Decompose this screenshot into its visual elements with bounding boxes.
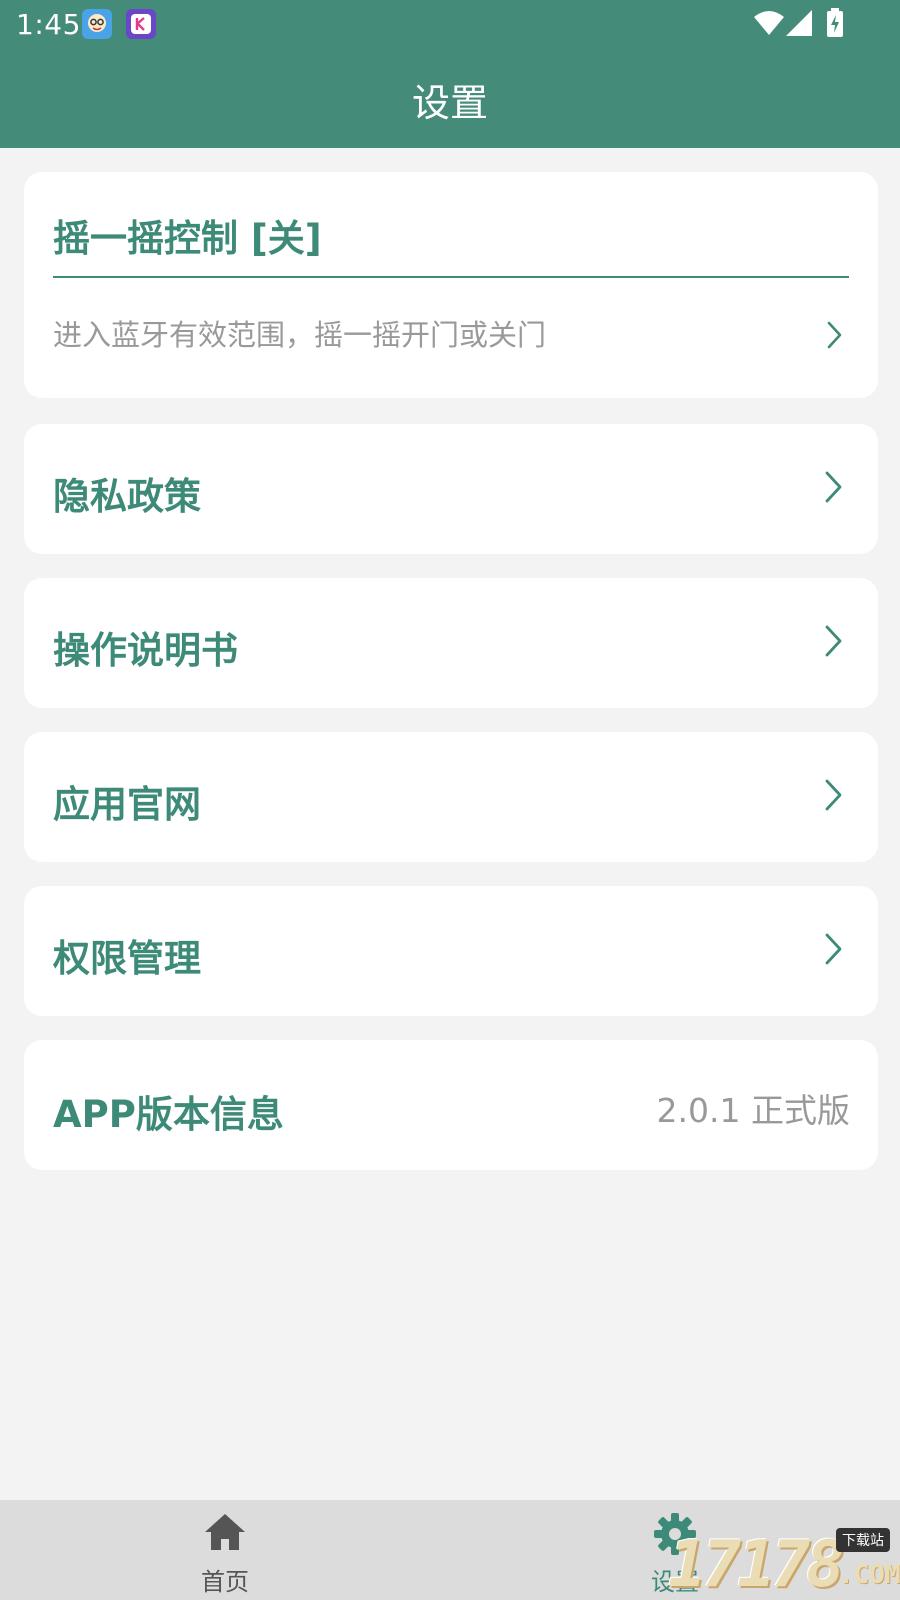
app-header: 1:45 设置 bbox=[0, 0, 900, 148]
wifi-icon bbox=[754, 11, 784, 35]
chevron-right-icon bbox=[825, 471, 842, 503]
divider bbox=[53, 276, 849, 278]
status-time: 1:45 bbox=[16, 8, 81, 41]
chevron-right-icon bbox=[825, 933, 842, 965]
app-version-value: 2.0.1 正式版 bbox=[656, 1091, 850, 1130]
nav-label-home: 首页 bbox=[201, 1568, 249, 1596]
assistant-app-icon bbox=[82, 9, 112, 39]
watermark-suffix: .COM bbox=[838, 1560, 900, 1590]
chevron-right-icon bbox=[825, 625, 842, 657]
k-app-icon bbox=[126, 9, 156, 39]
privacy-policy-label: 隐私政策 bbox=[53, 475, 201, 518]
user-manual-label: 操作说明书 bbox=[53, 629, 238, 672]
home-icon bbox=[205, 1514, 245, 1550]
official-website-item[interactable]: 应用官网 bbox=[24, 732, 878, 862]
page-title: 设置 bbox=[411, 81, 488, 125]
watermark-tag: 下载站 bbox=[836, 1528, 890, 1552]
shake-control-title: 摇一摇控制 [关] bbox=[53, 217, 322, 260]
watermark-digits: 17178 bbox=[668, 1528, 845, 1600]
privacy-policy-item[interactable]: 隐私政策 bbox=[24, 424, 878, 554]
nav-tab-home[interactable]: 首页 bbox=[125, 1500, 325, 1600]
shake-control-card[interactable]: 摇一摇控制 [关] 进入蓝牙有效范围，摇一摇开门或关门 bbox=[24, 172, 878, 398]
permission-management-label: 权限管理 bbox=[53, 937, 201, 980]
chevron-right-icon bbox=[827, 321, 842, 349]
user-manual-item[interactable]: 操作说明书 bbox=[24, 578, 878, 708]
official-website-label: 应用官网 bbox=[53, 783, 201, 826]
app-version-card: APP版本信息 2.0.1 正式版 bbox=[24, 1040, 878, 1170]
battery-charging-icon bbox=[827, 8, 843, 37]
site-watermark: 17178 下载站 .COM bbox=[668, 1528, 900, 1600]
app-version-label: APP版本信息 bbox=[53, 1093, 284, 1136]
chevron-right-icon bbox=[825, 779, 842, 811]
cellular-signal-icon bbox=[786, 10, 812, 36]
permission-management-item[interactable]: 权限管理 bbox=[24, 886, 878, 1016]
status-bar: 1:45 bbox=[0, 0, 900, 48]
shake-control-description: 进入蓝牙有效范围，摇一摇开门或关门 bbox=[53, 318, 547, 352]
